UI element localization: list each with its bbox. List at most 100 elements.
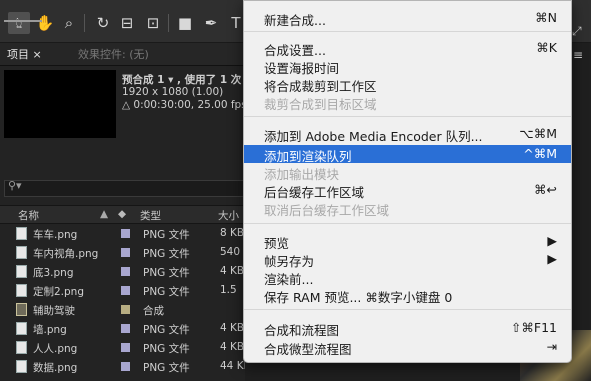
menu-item[interactable]: 将合成裁剪到工作区 bbox=[244, 75, 571, 94]
tab-effect-controls[interactable]: 效果控件: (无) bbox=[78, 46, 149, 62]
image-file-icon bbox=[16, 265, 27, 278]
menu-item-shortcut: ⌘↩ bbox=[534, 182, 557, 197]
menu-item-label: 取消后台缓存工作区域 bbox=[264, 203, 390, 218]
table-row[interactable]: 定制2.png PNG 文件 1.5 bbox=[0, 281, 245, 300]
row-name: 定制2.png bbox=[33, 286, 85, 298]
pan-behind-tool-icon[interactable]: ⊡ bbox=[142, 12, 164, 34]
sort-ascending-icon[interactable]: ▲ bbox=[100, 208, 108, 220]
image-file-icon bbox=[16, 246, 27, 259]
composition-thumbnail bbox=[4, 70, 116, 138]
table-row[interactable]: 墙.png PNG 文件 4 KB bbox=[0, 319, 245, 338]
tab-project[interactable]: 项目 × bbox=[4, 46, 45, 62]
table-row[interactable]: 底3.png PNG 文件 4 KB bbox=[0, 262, 245, 281]
row-type: 合成 bbox=[143, 305, 164, 317]
submenu-arrow-icon: ▶ bbox=[547, 233, 557, 248]
menu-item[interactable]: 后台缓存工作区域 ⌘↩ bbox=[244, 181, 571, 200]
row-name: 辅助驾驶 bbox=[33, 305, 75, 317]
row-size: 4 KB bbox=[220, 341, 245, 353]
menu-separator bbox=[244, 31, 571, 32]
active-tab-indicator bbox=[4, 20, 42, 22]
table-row[interactable]: 数据.png PNG 文件 44 KB bbox=[0, 357, 251, 376]
hand-tool-icon[interactable]: ✋ bbox=[34, 12, 56, 34]
menu-separator bbox=[244, 116, 571, 117]
row-type: PNG 文件 bbox=[143, 343, 190, 355]
table-header: 名称 ▲ ◆ 类型 大小 bbox=[0, 205, 245, 224]
column-type-header[interactable]: 类型 bbox=[140, 208, 161, 223]
composition-name[interactable]: 预合成 1 ▾ , 使用了 1 次 bbox=[122, 72, 241, 87]
camera-tool-icon[interactable]: ⊟ bbox=[116, 12, 138, 34]
label-color-swatch[interactable] bbox=[121, 362, 130, 371]
panel-menu-icon[interactable]: ≡ bbox=[573, 48, 583, 62]
row-name: 车车.png bbox=[33, 229, 78, 241]
workspace-icon[interactable]: ⤢ bbox=[572, 24, 582, 39]
label-tag-icon[interactable]: ◆ bbox=[118, 208, 126, 220]
menu-item-label: 合成和流程图 bbox=[264, 323, 340, 338]
menu-item[interactable]: 添加到渲染队列 ^⌘M bbox=[244, 145, 571, 164]
zoom-tool-icon[interactable]: ⌕ bbox=[58, 12, 80, 34]
menu-item[interactable]: 添加到 Adobe Media Encoder 队列... ⌥⌘M bbox=[244, 125, 571, 144]
row-type: PNG 文件 bbox=[143, 324, 190, 336]
image-file-icon bbox=[16, 227, 27, 240]
label-color-swatch[interactable] bbox=[121, 324, 130, 333]
label-color-swatch[interactable] bbox=[121, 343, 130, 352]
image-file-icon bbox=[16, 360, 27, 373]
menu-separator bbox=[244, 309, 571, 310]
menu-item[interactable]: 保存 RAM 预览... ⌘数字小键盘 0 bbox=[244, 286, 571, 305]
row-size: 4 KB bbox=[220, 265, 245, 277]
row-name: 人人.png bbox=[33, 343, 78, 355]
menu-item[interactable]: 新建合成... ⌘N bbox=[244, 9, 571, 28]
composition-duration: △ 0:00:30:00, 25.00 fps bbox=[122, 99, 247, 111]
menu-item-shortcut: ⇥ bbox=[546, 339, 557, 354]
table-row[interactable]: 车车.png PNG 文件 8 KB bbox=[0, 224, 245, 243]
menu-item[interactable]: 帧另存为 ▶ bbox=[244, 250, 571, 269]
menu-item[interactable]: 合成设置... ⌘K bbox=[244, 39, 571, 58]
menu-item[interactable]: 合成和流程图 ⇧⌘F11 bbox=[244, 319, 571, 338]
menu-item-shortcut: ⌥⌘M bbox=[519, 126, 557, 141]
menu-separator bbox=[244, 223, 571, 224]
label-color-swatch[interactable] bbox=[121, 248, 130, 257]
submenu-arrow-icon: ▶ bbox=[547, 251, 557, 266]
row-size: 8 KB bbox=[220, 227, 245, 239]
menu-item-label: 裁剪合成到目标区域 bbox=[264, 97, 377, 112]
menu-item: 裁剪合成到目标区域 bbox=[244, 93, 571, 112]
menu-item: 取消后台缓存工作区域 bbox=[244, 199, 571, 218]
composition-icon bbox=[16, 303, 27, 316]
pen-tool-icon[interactable]: ✒ bbox=[200, 12, 222, 34]
selection-tool-icon[interactable]: 👆︎ bbox=[8, 12, 30, 34]
menu-item-label: 合成微型流程图 bbox=[264, 342, 352, 357]
row-type: PNG 文件 bbox=[143, 267, 190, 279]
menu-item-label: 新建合成... bbox=[264, 13, 326, 28]
menu-item[interactable]: 合成微型流程图 ⇥ bbox=[244, 338, 571, 357]
column-name-header[interactable]: 名称 bbox=[18, 208, 39, 223]
table-row[interactable]: 车内视角.png PNG 文件 540 bbox=[0, 243, 245, 262]
shape-tool-icon[interactable]: ■ bbox=[174, 12, 196, 34]
rotate-tool-icon[interactable]: ↻ bbox=[92, 12, 114, 34]
label-color-swatch[interactable] bbox=[121, 229, 130, 238]
composition-menu: 新建合成... ⌘N 合成设置... ⌘K 设置海报时间 将合成裁剪到工作区裁剪合成到目标… bbox=[243, 0, 572, 363]
row-size: 540 bbox=[220, 246, 241, 258]
menu-item-shortcut: ⌘N bbox=[535, 10, 557, 25]
label-color-swatch[interactable] bbox=[121, 305, 130, 314]
toolbar-divider bbox=[168, 14, 169, 32]
panel-tabs: 项目 × 效果控件: (无) bbox=[0, 43, 245, 66]
search-icon[interactable]: ⚲▾ bbox=[8, 179, 22, 192]
label-color-swatch[interactable] bbox=[121, 286, 130, 295]
row-name: 车内视角.png bbox=[33, 248, 99, 260]
image-file-icon bbox=[16, 341, 27, 354]
row-type: PNG 文件 bbox=[143, 229, 190, 241]
menu-item-shortcut: ⇧⌘F11 bbox=[510, 320, 557, 335]
image-file-icon bbox=[16, 284, 27, 297]
composition-resolution: 1920 x 1080 (1.00) bbox=[122, 86, 224, 98]
row-name: 底3.png bbox=[33, 267, 74, 279]
table-row[interactable]: 人人.png PNG 文件 4 KB bbox=[0, 338, 245, 357]
search-input[interactable] bbox=[4, 180, 247, 197]
column-size-header[interactable]: 大小 bbox=[218, 208, 239, 223]
menu-item-label: 保存 RAM 预览... ⌘数字小键盘 0 bbox=[264, 290, 453, 305]
row-size: 4 KB bbox=[220, 322, 245, 334]
row-size: 1.5 bbox=[220, 284, 237, 296]
menu-item[interactable]: 渲染前... bbox=[244, 268, 571, 287]
table-row[interactable]: 辅助驾驶 合成 bbox=[0, 300, 245, 319]
menu-item[interactable]: 预览 ▶ bbox=[244, 232, 571, 251]
label-color-swatch[interactable] bbox=[121, 267, 130, 276]
menu-item[interactable]: 设置海报时间 bbox=[244, 57, 571, 76]
